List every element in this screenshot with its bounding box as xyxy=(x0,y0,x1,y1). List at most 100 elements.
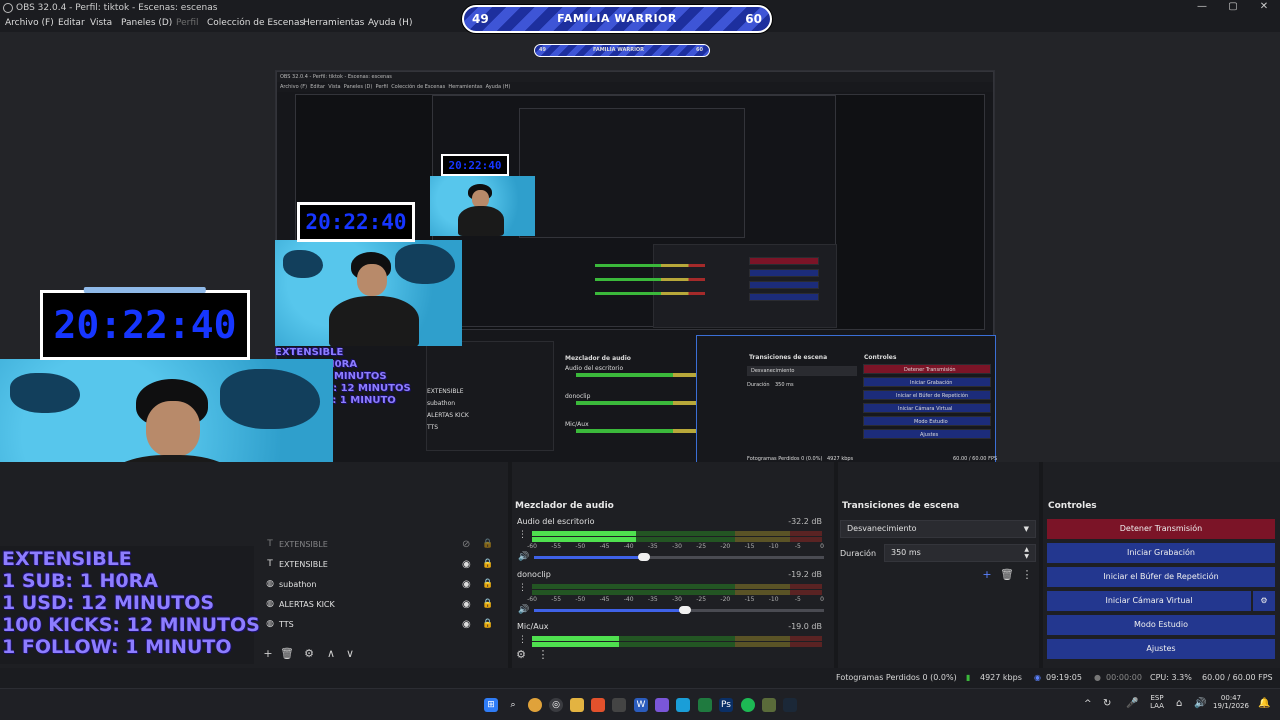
channel-menu-icon[interactable]: ⋮ xyxy=(518,583,527,593)
move-up-button[interactable]: ∧ xyxy=(323,647,339,661)
move-down-button[interactable]: ∨ xyxy=(342,647,358,661)
nested-transitions-title: Transiciones de escena xyxy=(749,354,828,361)
chevron-up-icon[interactable]: ^ xyxy=(1084,699,1092,709)
app-icon-3[interactable] xyxy=(762,698,776,712)
excel-icon[interactable] xyxy=(698,698,712,712)
level-meter xyxy=(532,584,822,589)
lock-icon[interactable]: 🔒 xyxy=(482,619,493,629)
chrome-icon[interactable] xyxy=(528,698,542,712)
menu-vista[interactable]: Vista xyxy=(90,18,112,28)
channel-menu-icon[interactable]: ⋮ xyxy=(518,635,527,645)
nested-menu-paneles: Paneles (D) xyxy=(343,84,373,90)
lock-icon[interactable]: 🔒 xyxy=(482,599,493,609)
nested-mixer-ch1: Audio del escritorio xyxy=(565,365,624,372)
mixer-settings-icon[interactable]: ⚙ xyxy=(513,648,529,662)
menu-archivo[interactable]: Archivo (F) xyxy=(5,18,54,28)
source-row-2[interactable]: ◍ subathon ◉ 🔒 xyxy=(262,577,502,595)
brave-icon[interactable] xyxy=(591,698,605,712)
studio-mode-button[interactable]: Modo Estudio xyxy=(1047,615,1275,635)
photoshop-icon[interactable]: Ps xyxy=(719,698,733,712)
app-icon[interactable] xyxy=(612,698,626,712)
lock-icon[interactable]: 🔒 xyxy=(482,559,493,569)
channel-menu-icon[interactable]: ⋮ xyxy=(518,530,527,540)
eye-icon[interactable]: ◉ xyxy=(462,559,471,570)
transition-select[interactable]: Desvanecimiento ▼ xyxy=(840,520,1036,538)
window-title: OBS 32.0.4 - Perfil: tiktok - Escenas: e… xyxy=(16,3,218,13)
start-replay-buffer-button[interactable]: Iniciar el Búfer de Repetición xyxy=(1047,567,1275,587)
preview-area[interactable]: OBS 32.0.4 - Perfil: tiktok - Escenas: e… xyxy=(0,32,1280,547)
add-source-button[interactable]: + xyxy=(260,647,276,661)
edge-icon[interactable] xyxy=(676,698,690,712)
source-row-1[interactable]: T EXTENSIBLE ◉ 🔒 xyxy=(262,557,502,575)
volume-slider[interactable] xyxy=(534,606,824,614)
spin-arrows-icon[interactable]: ▲ ▼ xyxy=(1024,546,1029,560)
source-row-0[interactable]: T EXTENSIBLE ⊘ 🔒 xyxy=(262,537,502,555)
source-settings-button[interactable]: ⚙ xyxy=(301,647,317,661)
language-line2: LAA xyxy=(1150,702,1164,710)
menu-herramientas[interactable]: Herramientas xyxy=(303,18,364,28)
eye-icon[interactable]: ◉ xyxy=(462,599,471,610)
duration-spinbox[interactable]: 350 ms ▲ ▼ xyxy=(884,544,1036,562)
scale-tick: -20 xyxy=(720,596,731,603)
dock-divider-1[interactable] xyxy=(508,462,512,668)
menu-perfil[interactable]: Perfil xyxy=(176,18,199,28)
dock-divider-2[interactable] xyxy=(834,462,838,668)
volume-knob[interactable] xyxy=(678,606,691,614)
dock-divider-3[interactable] xyxy=(1039,462,1043,668)
search-icon[interactable]: ⌕ xyxy=(506,698,520,712)
virtual-camera-settings-button[interactable]: ⚙ xyxy=(1253,591,1275,611)
volume-slider[interactable] xyxy=(534,553,824,561)
duration-label: Duración xyxy=(840,549,877,558)
sync-icon[interactable]: ↻ xyxy=(1103,698,1111,709)
nested-title-bar: OBS 32.0.4 - Perfil: tiktok - Escenas: e… xyxy=(277,72,993,82)
network-icon[interactable]: ⌂ xyxy=(1176,698,1182,709)
start-virtual-camera-button[interactable]: Iniciar Cámara Virtual xyxy=(1047,591,1251,611)
lock-icon[interactable]: 🔒 xyxy=(482,579,493,589)
mixer-menu-icon[interactable]: ⋮ xyxy=(535,648,551,662)
eye-icon[interactable]: ◉ xyxy=(462,619,471,630)
stop-stream-button[interactable]: Detener Transmisión xyxy=(1047,519,1275,539)
nested-banner-left: 49 xyxy=(539,47,546,53)
steam-icon[interactable] xyxy=(783,698,797,712)
app-icon-2[interactable] xyxy=(655,698,669,712)
source-row-3[interactable]: ◍ ALERTAS KICK ◉ 🔒 xyxy=(262,597,502,615)
clock-tray[interactable]: 00:47 19/1/2026 xyxy=(1212,694,1250,710)
nested-btn-rec-label: Iniciar Grabación xyxy=(910,380,953,386)
start-recording-button[interactable]: Iniciar Grabación xyxy=(1047,543,1275,563)
notifications-icon[interactable]: 🔔 xyxy=(1258,698,1270,709)
scale-tick: -50 xyxy=(575,596,586,603)
settings-button[interactable]: Ajustes xyxy=(1047,639,1275,659)
speaker-icon[interactable]: 🔊 xyxy=(518,605,529,615)
spotify-icon[interactable] xyxy=(741,698,755,712)
remove-source-button[interactable]: 🗑 xyxy=(279,647,295,661)
volume-knob[interactable] xyxy=(638,553,651,561)
menu-paneles[interactable]: Paneles (D) xyxy=(121,18,172,28)
nested-source-1: EXTENSIBLE xyxy=(427,388,464,395)
microphone-icon[interactable]: 🎤 xyxy=(1126,698,1138,709)
close-button[interactable]: ✕ xyxy=(1248,0,1280,16)
minimize-button[interactable]: — xyxy=(1186,0,1218,16)
speaker-icon[interactable]: 🔊 xyxy=(518,552,529,562)
menu-ayuda[interactable]: Ayuda (H) xyxy=(368,18,412,28)
word-icon[interactable]: W xyxy=(634,698,648,712)
obs-icon[interactable]: ◎ xyxy=(549,698,563,712)
volume-icon[interactable]: 🔊 xyxy=(1194,698,1206,709)
nested-btn-stop: Detener Transmisión xyxy=(863,364,991,374)
maximize-button[interactable]: ▢ xyxy=(1217,0,1249,16)
file-explorer-icon[interactable] xyxy=(570,698,584,712)
menu-coleccion-escenas[interactable]: Colección de Escenas xyxy=(207,18,304,28)
cpu-usage: CPU: 3.3% xyxy=(1150,673,1192,682)
eye-icon[interactable]: ◉ xyxy=(462,579,471,590)
add-transition-button[interactable]: + xyxy=(979,568,995,582)
language-indicator[interactable]: ESP LAA xyxy=(1148,694,1166,710)
source-row-4[interactable]: ◍ TTS ◉ 🔒 xyxy=(262,617,502,635)
scale-tick: -30 xyxy=(672,543,682,550)
remove-transition-button[interactable]: 🗑 xyxy=(999,568,1015,582)
nested-menu-perfil: Perfil xyxy=(375,84,388,90)
nested-menu-bar: Archivo (F) Editar Vista Paneles (D) Per… xyxy=(277,82,993,92)
transition-menu-icon[interactable]: ⋮ xyxy=(1019,568,1035,582)
eye-slash-icon[interactable]: ⊘ xyxy=(462,539,470,550)
windows-start-icon[interactable]: ⊞ xyxy=(484,698,498,712)
menu-editar[interactable]: Editar xyxy=(58,18,85,28)
lock-icon[interactable]: 🔒 xyxy=(482,539,493,549)
